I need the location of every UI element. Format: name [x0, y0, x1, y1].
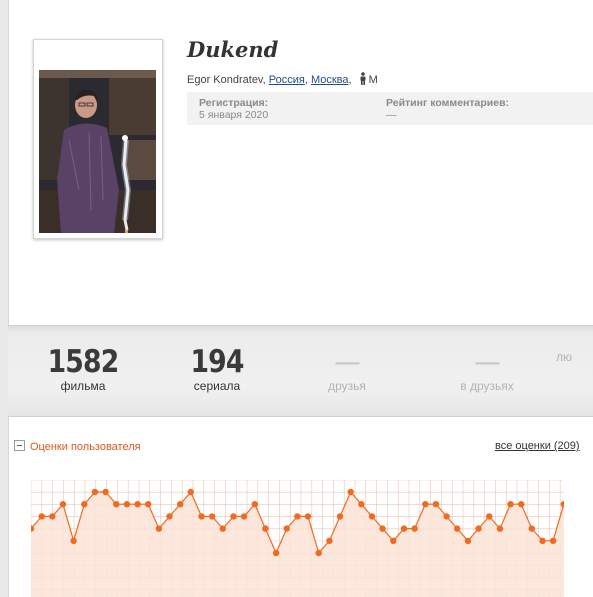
city-link[interactable]: Москва — [311, 74, 349, 86]
stat-label: в друзьях — [460, 379, 514, 393]
ratings-title: Оценки пользователя — [30, 441, 141, 453]
rating-point[interactable] — [549, 537, 557, 544]
registration-block: Регистрация: 5 января 2020 — [199, 97, 268, 121]
rating-point[interactable] — [486, 513, 493, 520]
rating-point[interactable] — [59, 501, 67, 508]
rating-point[interactable] — [432, 501, 440, 508]
rating-point[interactable] — [262, 525, 269, 532]
rating-point[interactable] — [443, 513, 450, 520]
registration-date: 5 января 2020 — [199, 109, 269, 121]
rating-point[interactable] — [528, 525, 535, 532]
ratings-section-header[interactable]: Оценки пользователя — [14, 440, 141, 453]
avatar[interactable] — [39, 70, 156, 233]
profile-info-box: Регистрация: 5 января 2020 Рейтинг комме… — [187, 92, 593, 125]
rating-point[interactable] — [113, 501, 120, 508]
rating-point[interactable] — [91, 488, 99, 496]
rating-point[interactable] — [475, 525, 482, 532]
rating-point[interactable] — [49, 513, 56, 520]
registration-label: Регистрация: — [199, 97, 269, 109]
separator: , — [304, 74, 308, 86]
stat-label: друзья — [328, 379, 366, 393]
country-link[interactable]: Россия — [269, 74, 305, 86]
rating-point[interactable] — [251, 501, 258, 508]
rating-point[interactable] — [283, 525, 290, 532]
rating-point[interactable] — [411, 525, 418, 532]
rating-point[interactable] — [539, 537, 546, 544]
separator: , — [348, 74, 352, 86]
stat-series[interactable]: 194 сериала — [162, 344, 272, 393]
rating-point[interactable] — [166, 513, 173, 520]
stat-label: сериала — [193, 379, 241, 393]
rating-point[interactable] — [315, 549, 322, 557]
rating-point[interactable] — [379, 525, 386, 532]
comment-rating-block: Рейтинг комментариев: — — [386, 97, 509, 121]
rating-point[interactable] — [187, 488, 194, 496]
stat-films[interactable]: 1582 фильма — [28, 344, 138, 393]
rating-point[interactable] — [336, 513, 344, 520]
rating-point[interactable] — [464, 537, 472, 544]
rating-point[interactable] — [134, 501, 141, 508]
all-ratings-link[interactable]: все оценки (209) — [495, 440, 580, 452]
stat-value: 194 — [190, 344, 244, 380]
rating-point[interactable] — [145, 501, 152, 508]
rating-point[interactable] — [496, 525, 504, 532]
avatar-frame — [33, 39, 163, 239]
rating-point[interactable] — [123, 501, 131, 508]
rating-point[interactable] — [326, 537, 333, 544]
rating-point[interactable] — [507, 501, 514, 508]
rating-point[interactable] — [230, 513, 237, 520]
stat-value: — — [474, 344, 501, 380]
profile-meta: Egor Kondratev, Россия, Москва, М — [187, 72, 378, 88]
rating-point[interactable] — [390, 537, 397, 544]
rating-point[interactable] — [70, 537, 77, 544]
rating-point[interactable] — [208, 513, 216, 520]
rating-point[interactable] — [358, 501, 365, 508]
rating-point[interactable] — [240, 513, 248, 520]
rating-point[interactable] — [347, 488, 354, 496]
rating-point[interactable] — [272, 549, 280, 557]
rating-point[interactable] — [294, 513, 301, 520]
gender: М — [368, 74, 378, 86]
comment-rating-label: Рейтинг комментариев: — [386, 97, 510, 109]
stat-label: лю — [556, 350, 573, 364]
rating-point[interactable] — [81, 501, 88, 508]
stat-value: — — [334, 344, 361, 380]
stat-truncated[interactable]: лю — [556, 344, 593, 364]
collapse-icon[interactable] — [14, 440, 25, 451]
rating-point[interactable] — [400, 525, 408, 532]
stat-in-friends[interactable]: — в друзьях — [432, 344, 542, 393]
stat-value: 1582 — [47, 344, 120, 380]
male-icon — [359, 72, 367, 88]
rating-point[interactable] — [38, 513, 45, 520]
rating-point[interactable] — [518, 501, 525, 508]
rating-point[interactable] — [304, 513, 312, 520]
rating-point[interactable] — [198, 513, 205, 520]
comment-rating-value: — — [386, 109, 397, 121]
stat-friends[interactable]: — друзья — [292, 344, 402, 393]
rating-point[interactable] — [102, 488, 109, 496]
username: Dukend — [187, 37, 279, 62]
stats-band: 1582 фильма 194 сериала — друзья — в дру… — [8, 325, 593, 417]
rating-point[interactable] — [454, 525, 461, 532]
rating-point[interactable] — [422, 501, 429, 508]
rating-point[interactable] — [368, 513, 376, 520]
rating-point[interactable] — [177, 501, 184, 508]
rating-point[interactable] — [155, 525, 163, 532]
full-name: Egor Kondratev, — [187, 74, 266, 86]
rating-point[interactable] — [219, 525, 226, 532]
left-border — [0, 0, 9, 597]
stat-label: фильма — [60, 379, 106, 393]
ratings-chart — [31, 480, 564, 597]
